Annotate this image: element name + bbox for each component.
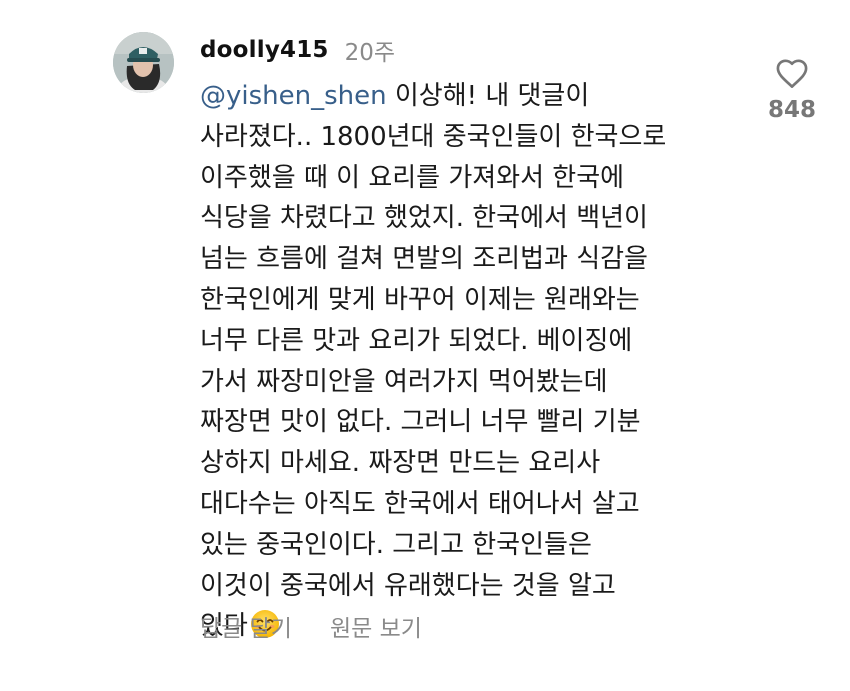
comment-line: 대다수는 아직도 한국에서 태어나서 살고 — [200, 488, 640, 519]
username[interactable]: doolly415 — [200, 37, 329, 63]
avatar-image — [113, 32, 174, 93]
comment-line: 한국인에게 맞게 바꾸어 이제는 원래와는 — [200, 284, 640, 315]
comment-line: @yishen_shen 이상해! 내 댓글이 — [200, 76, 745, 117]
reply-button[interactable]: 답글 달기 — [200, 609, 292, 643]
comment-line: 너무 다른 맛과 요리가 되었다. 베이징에 — [200, 325, 633, 356]
avatar[interactable] — [113, 32, 174, 93]
comment-line: 있는 중국인이다. 그리고 한국인들은 — [200, 529, 592, 560]
comment-line: 이것이 중국에서 유래했다는 것을 알고 — [200, 570, 616, 601]
timestamp: 20주 — [344, 40, 396, 66]
comment-line: 상하지 마세요. 짜장면 만드는 요리사 — [200, 448, 601, 479]
comment-line: 가서 짜장미안을 여러가지 먹어봤는데 — [200, 366, 608, 397]
comment-header: doolly415 20주 — [200, 30, 395, 70]
heart-outline-icon[interactable] — [775, 58, 809, 89]
comment-line: 식당을 차렸다고 했었지. 한국에서 백년이 — [200, 203, 648, 234]
mention-link[interactable]: @yishen_shen — [200, 81, 387, 111]
comment-line: 넘는 흐름에 걸쳐 면발의 조리법과 식감을 — [200, 244, 648, 275]
view-original-button[interactable]: 원문 보기 — [330, 609, 422, 643]
like-count: 848 — [767, 97, 816, 123]
comment-text: @yishen_shen 이상해! 내 댓글이 사라졌다.. 1800년대 중국… — [200, 76, 745, 647]
comment-line: 짜장면 맛이 없다. 그러니 너무 빨리 기분 — [200, 407, 641, 438]
comment-item: doolly415 20주 @yishen_shen 이상해! 내 댓글이 사라… — [0, 0, 850, 691]
comment-line: 이주했을 때 이 요리를 가져와서 한국에 — [200, 162, 625, 193]
comment-line: 사라졌다.. 1800년대 중국인들이 한국으로 — [200, 121, 667, 152]
comment-actions: 답글 달기 원문 보기 — [200, 609, 422, 643]
comment-line-text: 이상해! 내 댓글이 — [386, 81, 590, 111]
like-control: 848 — [760, 58, 824, 123]
